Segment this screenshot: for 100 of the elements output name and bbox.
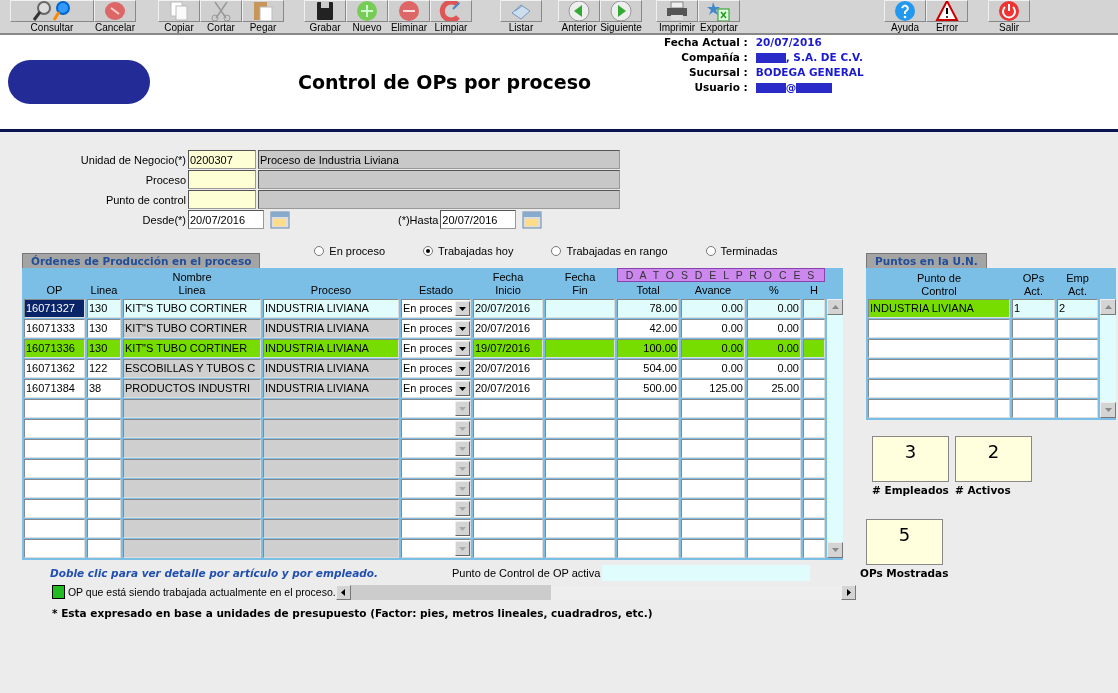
toolbar-button[interactable]: Exportar (698, 0, 740, 33)
toolbar-button[interactable]: Salir (988, 0, 1030, 33)
table-cell: KIT"S TUBO CORTINER (123, 299, 261, 318)
scroll-up-button[interactable] (827, 299, 843, 315)
table-cell (87, 499, 121, 518)
radio-button[interactable] (551, 246, 562, 256)
radio-label[interactable]: Trabajadas en rango (566, 245, 668, 257)
table-cell: 130 (87, 319, 121, 338)
status-dropdown[interactable]: En proces (401, 319, 471, 338)
down-arrow-icon[interactable] (1104, 408, 1112, 412)
code-field[interactable] (188, 190, 256, 209)
table-cell[interactable]: 16071362 (24, 359, 85, 378)
up-arrow-icon[interactable] (1104, 305, 1112, 309)
toolbar-button[interactable]: Siguiente (600, 0, 642, 33)
toolbar-button[interactable]: Grabar (304, 0, 346, 33)
column-header: Emp Act. (1065, 272, 1090, 298)
toolbar-button[interactable]: Consultar (10, 0, 94, 33)
table-cell (87, 539, 121, 558)
caret-icon[interactable] (459, 326, 466, 331)
column-header: Proceso (309, 284, 353, 297)
scroll-left-button[interactable] (335, 584, 351, 600)
table-cell (545, 299, 615, 318)
caret-icon[interactable] (459, 366, 466, 371)
horizontal-scrollbar[interactable] (335, 584, 856, 600)
table-cell (1057, 339, 1098, 358)
code-field[interactable]: 0200307 (188, 150, 256, 169)
down-arrow-icon[interactable] (831, 548, 839, 552)
table-cell (545, 319, 615, 338)
toolbar-button[interactable]: Cortar (200, 0, 242, 33)
radio-button[interactable] (423, 246, 433, 256)
info-value: @ (785, 80, 797, 95)
calendar-icon[interactable] (270, 210, 290, 229)
table-cell[interactable]: 16071333 (24, 319, 85, 338)
info-label: Usuario : (693, 80, 748, 95)
table-cell (803, 319, 825, 338)
caret-icon[interactable] (459, 346, 466, 351)
toolbar-button[interactable]: Anterior (558, 0, 600, 33)
table-cell (24, 539, 85, 558)
radio-label[interactable]: En proceso (329, 245, 385, 257)
scroll-down-button[interactable] (827, 542, 843, 558)
toolbar-button[interactable]: Copiar (158, 0, 200, 33)
radio-label[interactable]: Terminadas (720, 245, 778, 257)
column-header: Linea (89, 284, 119, 297)
toolbar-button[interactable]: Limpiar (430, 0, 472, 33)
radio-button[interactable] (705, 246, 716, 256)
legend-text: OP que está siendo trabajada actualmente en el proceso. (67, 585, 336, 599)
toolbar-button[interactable]: Pegar (242, 0, 284, 33)
table-cell (545, 379, 615, 398)
table-cell (1012, 399, 1055, 418)
caret-icon[interactable] (459, 386, 466, 391)
scroll-right-button[interactable] (841, 584, 856, 600)
description-field[interactable]: Proceso de Industria Liviana (258, 150, 620, 169)
table-cell (747, 459, 801, 478)
status-dropdown[interactable]: En proces (401, 379, 471, 398)
magnifier-icon (32, 1, 51, 21)
status-dropdown[interactable]: En proces (401, 299, 471, 318)
radio-label[interactable]: Trabajadas hoy (438, 245, 514, 257)
toolbar-button[interactable]: Nuevo (346, 0, 388, 33)
table-cell: 130 (87, 299, 121, 318)
table-cell (545, 519, 615, 538)
toolbar-button[interactable]: Cancelar (94, 0, 136, 33)
radio-button[interactable] (314, 246, 325, 256)
scroll-down-button[interactable] (1100, 402, 1116, 418)
toolbar-button[interactable]: Ayuda (884, 0, 926, 33)
column-header: Estado (417, 284, 455, 297)
toolbar-button[interactable]: Error (926, 0, 968, 33)
up-arrow-icon[interactable] (831, 305, 839, 309)
description-field[interactable] (258, 190, 620, 209)
info-label: Fecha Actual : (664, 35, 748, 50)
code-field[interactable] (188, 170, 256, 189)
vertical-scrollbar[interactable] (827, 299, 843, 558)
vertical-scrollbar[interactable] (1100, 299, 1116, 418)
status-dropdown[interactable]: En proces (401, 339, 471, 358)
description-field[interactable] (258, 170, 620, 189)
table-cell: INDUSTRIA LIVIANA (263, 379, 399, 398)
table-cell (747, 399, 801, 418)
calendar-icon[interactable] (522, 210, 543, 229)
left-arrow-icon[interactable] (341, 588, 346, 596)
table-cell[interactable]: 16071336 (24, 339, 85, 358)
scroll-up-button[interactable] (1100, 299, 1116, 315)
field-label: Proceso (144, 173, 187, 186)
toolbar-button[interactable]: Listar (500, 0, 542, 33)
table-cell: 0.00 (747, 359, 801, 378)
table-cell (803, 499, 825, 518)
date-field[interactable]: 20/07/2016 (188, 210, 264, 229)
date-field[interactable]: 20/07/2016 (440, 210, 517, 229)
info-value: BODEGA GENERAL (755, 65, 864, 80)
table-cell: 0.00 (681, 319, 745, 338)
status-dropdown[interactable]: En proces (401, 359, 471, 378)
section-title: Órdenes de Producción en el proceso (22, 253, 261, 268)
table-cell (545, 439, 615, 458)
caret-icon[interactable] (459, 306, 466, 311)
stat-value: 2 (955, 436, 1032, 482)
table-cell[interactable]: 16071384 (24, 379, 85, 398)
right-arrow-icon[interactable] (846, 588, 851, 596)
table-cell: INDUSTRIA LIVIANA (263, 339, 399, 358)
table-cell[interactable]: 16071327 (24, 299, 85, 318)
redaction-bar (796, 82, 833, 93)
toolbar-button[interactable]: Eliminar (388, 0, 430, 33)
toolbar-button[interactable]: Imprimir (656, 0, 698, 33)
